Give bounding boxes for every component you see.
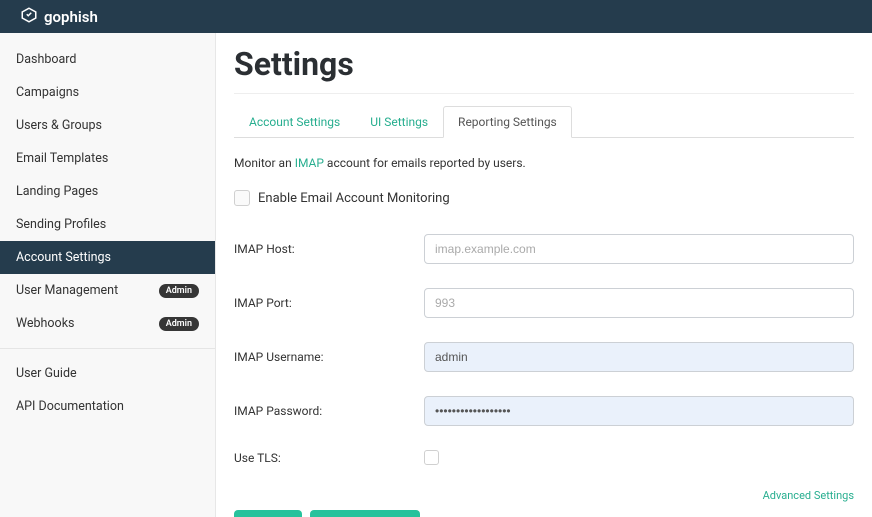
enable-monitoring-row: Enable Email Account Monitoring	[234, 190, 854, 206]
tab-ui-settings[interactable]: UI Settings	[355, 106, 443, 138]
sidebar-item-sending-profiles[interactable]: Sending Profiles	[0, 208, 215, 241]
admin-badge: Admin	[159, 284, 199, 298]
sidebar-divider	[0, 348, 215, 349]
imap-password-input[interactable]	[424, 396, 854, 426]
admin-badge: Admin	[159, 317, 199, 331]
sidebar-item-dashboard[interactable]: Dashboard	[0, 43, 215, 76]
sidebar-item-api-docs[interactable]: API Documentation	[0, 390, 215, 423]
imap-username-input[interactable]	[424, 342, 854, 372]
button-row: Save Test Settings	[234, 510, 854, 517]
imap-link[interactable]: IMAP	[295, 156, 324, 170]
sidebar: Dashboard Campaigns Users & Groups Email…	[0, 33, 216, 517]
save-button[interactable]: Save	[234, 510, 302, 517]
sidebar-item-account-settings[interactable]: Account Settings	[0, 241, 215, 274]
use-tls-label: Use TLS:	[234, 451, 424, 465]
brand[interactable]: gophish	[20, 6, 98, 28]
tab-reporting-settings[interactable]: Reporting Settings	[443, 106, 572, 138]
imap-host-label: IMAP Host:	[234, 242, 424, 256]
helptext: Monitor an IMAP account for emails repor…	[234, 156, 854, 170]
brand-logo-icon	[20, 6, 38, 28]
imap-username-label: IMAP Username:	[234, 350, 424, 364]
enable-monitoring-label: Enable Email Account Monitoring	[258, 191, 450, 206]
imap-password-label: IMAP Password:	[234, 404, 424, 418]
sidebar-item-user-management[interactable]: User Management Admin	[0, 274, 215, 307]
use-tls-checkbox[interactable]	[424, 450, 439, 465]
main-content: Settings Account Settings UI Settings Re…	[216, 33, 872, 517]
sidebar-item-webhooks[interactable]: Webhooks Admin	[0, 307, 215, 340]
tab-account-settings[interactable]: Account Settings	[234, 106, 355, 138]
sidebar-item-landing-pages[interactable]: Landing Pages	[0, 175, 215, 208]
enable-monitoring-checkbox[interactable]	[234, 190, 250, 206]
test-settings-button[interactable]: Test Settings	[310, 510, 420, 517]
imap-port-input[interactable]	[424, 288, 854, 318]
sidebar-item-email-templates[interactable]: Email Templates	[0, 142, 215, 175]
sidebar-item-users-groups[interactable]: Users & Groups	[0, 109, 215, 142]
tabs: Account Settings UI Settings Reporting S…	[234, 106, 854, 138]
brand-text: gophish	[44, 8, 98, 26]
sidebar-item-campaigns[interactable]: Campaigns	[0, 76, 215, 109]
imap-host-input[interactable]	[424, 234, 854, 264]
navbar: gophish	[0, 0, 872, 33]
page-title: Settings	[234, 45, 854, 94]
sidebar-item-user-guide[interactable]: User Guide	[0, 357, 215, 390]
advanced-settings-link[interactable]: Advanced Settings	[234, 489, 854, 502]
imap-port-label: IMAP Port:	[234, 296, 424, 310]
